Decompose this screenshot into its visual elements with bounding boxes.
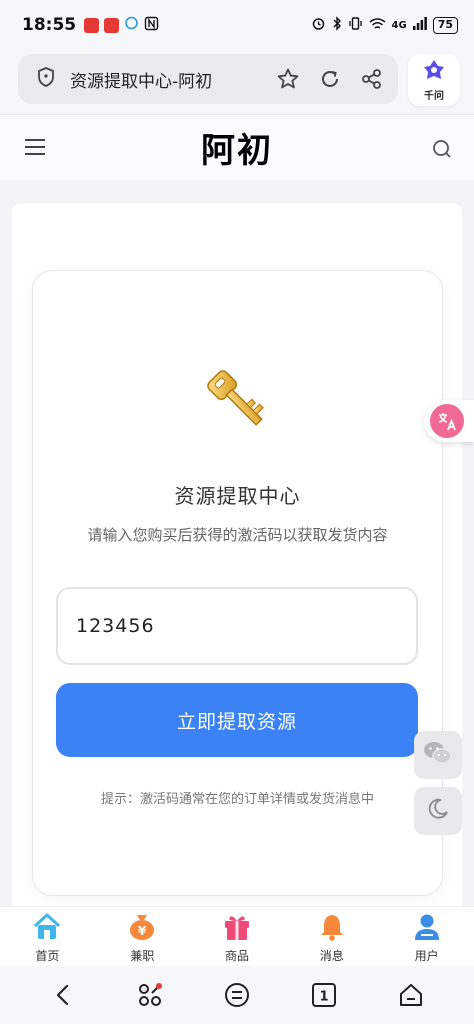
- nav-item-user[interactable]: 用户: [379, 907, 474, 966]
- address-bar[interactable]: 资源提取中心-阿初: [18, 54, 398, 104]
- app-notification-icon: [84, 17, 100, 33]
- bottom-navigation: 首页 ¥ 兼职 商品 消息 用户: [0, 906, 474, 966]
- nfc-icon: [144, 16, 159, 35]
- moon-icon: [426, 797, 450, 825]
- site-header: 阿初: [0, 114, 474, 180]
- gift-icon: [222, 913, 252, 945]
- browser-toolbar: 资源提取中心-阿初 千问: [0, 50, 474, 112]
- activation-code-input[interactable]: [56, 587, 418, 665]
- dark-mode-button[interactable]: [414, 787, 462, 835]
- translate-icon: [430, 404, 464, 438]
- nav-label: 消息: [319, 949, 344, 963]
- nav-item-home[interactable]: 首页: [0, 907, 95, 966]
- vibrate-icon: [348, 16, 363, 34]
- page-heading: 资源提取中心: [174, 484, 301, 508]
- network-type: 4G: [391, 19, 407, 31]
- nav-label: 兼职: [130, 949, 155, 963]
- status-time: 18:55: [22, 15, 77, 35]
- page-title[interactable]: 资源提取中心-阿初: [70, 67, 258, 92]
- assistant-label: 千问: [424, 90, 444, 102]
- system-navigation: 1: [0, 966, 474, 1024]
- chat-notification-icon: [124, 16, 139, 35]
- nav-label: 商品: [224, 949, 249, 963]
- assistant-logo-icon: [423, 59, 445, 85]
- svg-text:1: 1: [319, 990, 328, 1005]
- user-icon: [412, 913, 442, 945]
- signal-icon: [412, 17, 427, 33]
- menu-circle-icon[interactable]: [217, 975, 257, 1015]
- money-bag-icon: ¥: [127, 913, 157, 945]
- svg-text:¥: ¥: [138, 924, 147, 938]
- alarm-icon: [311, 16, 326, 34]
- star-icon[interactable]: [276, 67, 300, 91]
- back-icon[interactable]: [43, 975, 83, 1015]
- wechat-button[interactable]: [414, 731, 462, 779]
- hint-text: 提示：激活码通常在您的订单详情或发货消息中: [100, 792, 374, 807]
- wechat-icon: [423, 740, 453, 770]
- page-subtitle: 请输入您购买后获得的激活码以获取发货内容: [87, 526, 388, 544]
- nav-item-products[interactable]: 商品: [190, 907, 285, 966]
- shield-icon[interactable]: [36, 66, 56, 92]
- share-icon[interactable]: [360, 67, 384, 91]
- nav-label: 首页: [35, 949, 60, 963]
- extract-resource-button[interactable]: 立即提取资源: [56, 683, 418, 757]
- nav-item-part-time[interactable]: ¥ 兼职: [95, 907, 190, 966]
- bluetooth-icon: [332, 16, 342, 34]
- key-icon: [199, 362, 275, 438]
- battery-indicator: 75: [432, 16, 458, 34]
- menu-icon[interactable]: [24, 137, 46, 157]
- refresh-icon[interactable]: [318, 67, 342, 91]
- tabs-icon[interactable]: 1: [304, 975, 344, 1015]
- wifi-icon: [369, 17, 386, 34]
- home-nav-icon[interactable]: [391, 975, 431, 1015]
- apps-icon[interactable]: [130, 975, 170, 1015]
- translate-button[interactable]: [424, 400, 474, 442]
- assistant-button[interactable]: 千问: [408, 54, 460, 106]
- nav-item-messages[interactable]: 消息: [284, 907, 379, 966]
- site-name[interactable]: 阿初: [201, 123, 273, 172]
- app-notification-icon: [104, 17, 120, 33]
- status-bar: 18:55 4G 75: [0, 0, 474, 50]
- home-icon: [32, 913, 62, 945]
- nav-label: 用户: [414, 949, 439, 963]
- search-icon[interactable]: [432, 139, 452, 163]
- bell-icon: [317, 913, 347, 945]
